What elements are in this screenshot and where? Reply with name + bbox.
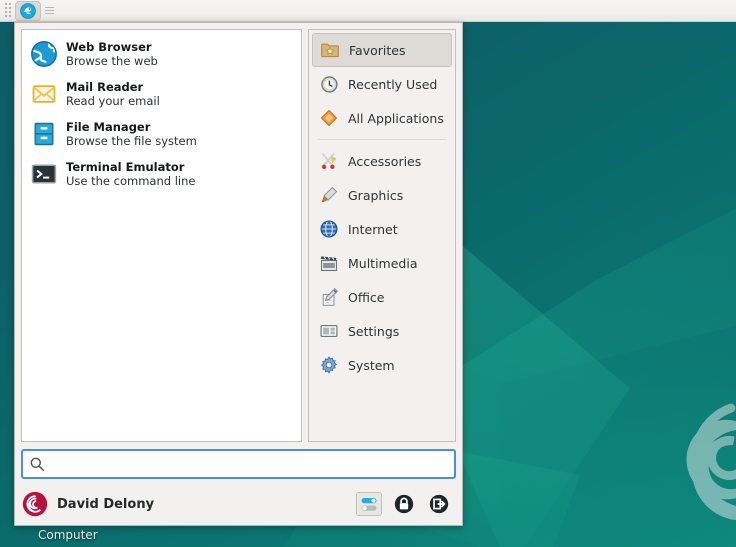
- avatar[interactable]: [22, 491, 48, 517]
- category-item-label: Accessories: [348, 153, 422, 169]
- desktop-icon-computer[interactable]: Computer: [38, 528, 98, 542]
- list-item-subtitle: Browse the file system: [66, 134, 197, 148]
- list-item-subtitle: Read your email: [66, 94, 160, 108]
- category-item-settings[interactable]: Settings: [312, 314, 452, 348]
- category-item-label: Internet: [348, 221, 398, 237]
- list-item[interactable]: Mail Reader Read your email: [22, 74, 301, 114]
- category-separator: [318, 139, 446, 140]
- category-item-graphics[interactable]: Graphics: [312, 178, 452, 212]
- debian-swirl-icon: [686, 403, 736, 521]
- top-panel: [0, 0, 736, 22]
- search-icon: [30, 457, 45, 472]
- search-row: [15, 442, 462, 483]
- category-item-label: Multimedia: [348, 255, 418, 271]
- mail-reader-icon: [32, 85, 56, 103]
- category-item-all-applications[interactable]: All Applications: [312, 101, 452, 135]
- list-item[interactable]: File Manager Browse the file system: [22, 114, 301, 154]
- list-item-title: File Manager: [66, 119, 151, 134]
- desktop-icon-label: Computer: [38, 528, 98, 542]
- category-item-label: Recently Used: [348, 76, 438, 92]
- switch-toggle-icon: [361, 498, 377, 511]
- list-item-title: Mail Reader: [66, 79, 144, 94]
- category-item-system[interactable]: System: [312, 348, 452, 382]
- list-item[interactable]: Terminal Emulator Use the command line: [22, 154, 301, 194]
- category-item-label: Graphics: [348, 187, 404, 203]
- search-field[interactable]: [21, 449, 456, 479]
- web-browser-icon: [31, 41, 57, 67]
- category-item-internet[interactable]: Internet: [312, 212, 452, 246]
- accessories-icon: [321, 152, 337, 169]
- logout-icon: [429, 494, 449, 514]
- system-icon: [320, 356, 338, 374]
- lock-icon: [394, 494, 414, 514]
- category-item-label: Settings: [348, 323, 400, 339]
- favorites-list[interactable]: Web Browser Browse the web Mail Reader R…: [21, 29, 302, 442]
- user-name: David Delony: [57, 496, 155, 512]
- settings-icon: [320, 325, 338, 337]
- diamond-applications-icon: [320, 109, 338, 127]
- category-item-label: All Applications: [348, 110, 444, 126]
- office-icon: [322, 288, 338, 306]
- list-item-subtitle: Browse the web: [66, 54, 158, 68]
- whisker-menu-window: Web Browser Browse the web Mail Reader R…: [14, 22, 463, 526]
- category-list[interactable]: Favorites Recently Used All Applications: [308, 29, 456, 442]
- multimedia-icon: [320, 256, 338, 272]
- search-input[interactable]: [45, 451, 454, 477]
- list-item-subtitle: Use the command line: [66, 174, 196, 188]
- panel-menu-handle-icon[interactable]: [45, 0, 59, 22]
- category-item-accessories[interactable]: Accessories: [312, 144, 452, 178]
- favorites-folder-icon: [321, 43, 339, 58]
- internet-icon: [320, 220, 338, 238]
- xfce-mouse-icon: [20, 2, 36, 19]
- list-item[interactable]: Web Browser Browse the web: [22, 34, 301, 74]
- category-item-office[interactable]: Office: [312, 280, 452, 314]
- list-item-title: Web Browser: [66, 39, 152, 54]
- category-item-favorites[interactable]: Favorites: [312, 33, 452, 67]
- settings-toggle-button[interactable]: [356, 492, 382, 516]
- user-bar: David Delony: [15, 483, 462, 525]
- menu-body: Web Browser Browse the web Mail Reader R…: [15, 23, 462, 442]
- terminal-icon: [31, 164, 57, 184]
- category-item-label: System: [348, 357, 395, 373]
- panel-drag-handle-icon[interactable]: [2, 0, 14, 22]
- category-item-recently-used[interactable]: Recently Used: [312, 67, 452, 101]
- category-item-multimedia[interactable]: Multimedia: [312, 246, 452, 280]
- applications-menu-button[interactable]: [15, 0, 41, 21]
- category-item-label: Office: [348, 289, 385, 305]
- lock-screen-button[interactable]: [391, 492, 417, 516]
- file-manager-icon: [34, 122, 54, 146]
- category-item-label: Favorites: [349, 42, 406, 58]
- list-item-title: Terminal Emulator: [66, 159, 185, 174]
- clock-icon: [321, 76, 338, 93]
- graphics-icon: [321, 186, 338, 203]
- log-out-button[interactable]: [426, 492, 452, 516]
